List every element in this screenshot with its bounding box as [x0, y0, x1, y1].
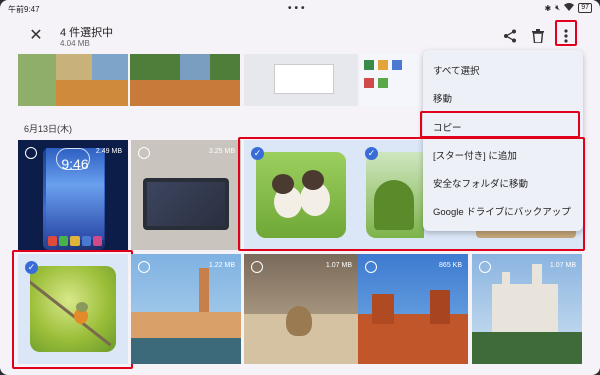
- select-circle[interactable]: [25, 147, 37, 159]
- strip-thumb-3[interactable]: [244, 54, 358, 106]
- file-size: 1.22 MB: [208, 262, 235, 269]
- status-bar: 午前9:47 ••• ✱ 🔇︎ 97: [0, 0, 600, 18]
- tile-highlight: [12, 250, 133, 369]
- app-window: 午前9:47 ••• ✱ 🔇︎ 97 ✕ 4 件選択中 4.04 MB 6月13…: [0, 0, 600, 375]
- select-circle[interactable]: [251, 261, 263, 273]
- file-size: 3.25 MB: [208, 148, 235, 155]
- close-icon[interactable]: ✕: [26, 26, 46, 46]
- mute-icon: 🔇︎: [555, 3, 561, 12]
- select-circle[interactable]: [138, 147, 150, 159]
- menu-item-move[interactable]: 移動: [433, 91, 452, 105]
- share-icon[interactable]: [500, 26, 520, 46]
- photo-tile-9[interactable]: 865 KB: [358, 254, 468, 364]
- file-size: 2.49 MB: [95, 148, 122, 155]
- trash-icon[interactable]: [528, 26, 548, 46]
- selection-size: 4.04 MB: [60, 39, 90, 48]
- multiwindow-dots[interactable]: •••: [288, 3, 308, 14]
- photo-tile-8[interactable]: 1.07 MB: [244, 254, 358, 364]
- status-icons: ✱ 🔇︎ 97: [544, 3, 592, 13]
- photo-tile-10[interactable]: 1.07 MB: [472, 254, 582, 364]
- copy-highlight: [420, 111, 580, 138]
- wifi-icon: [564, 3, 575, 13]
- selection-highlight: [238, 137, 585, 251]
- strip-thumb-4[interactable]: [360, 54, 424, 106]
- strip-thumb-2[interactable]: [130, 54, 240, 106]
- file-size: 1.07 MB: [549, 262, 576, 269]
- file-size: 1.07 MB: [325, 262, 352, 269]
- phone-clock: 9:46: [61, 156, 89, 172]
- photo-tile-2[interactable]: 3.25 MB: [131, 140, 241, 250]
- strip-thumb-1[interactable]: [18, 54, 128, 106]
- date-heading: 6月13日(木): [24, 124, 73, 134]
- select-circle[interactable]: [138, 261, 150, 273]
- bluetooth-icon: ✱: [544, 3, 552, 13]
- menu-item-select-all[interactable]: すべて選択: [433, 63, 479, 77]
- file-size: 865 KB: [439, 262, 462, 269]
- selection-header: ✕ 4 件選択中 4.04 MB: [0, 18, 600, 54]
- more-button-highlight: [555, 20, 577, 46]
- select-circle[interactable]: [365, 261, 377, 273]
- photo-tile-1[interactable]: 9:46 2.49 MB: [18, 140, 128, 250]
- battery-icon: 97: [578, 3, 592, 13]
- photo-tile-7[interactable]: 1.22 MB: [131, 254, 241, 364]
- status-time: 午前9:47: [8, 5, 40, 14]
- select-circle[interactable]: [479, 261, 491, 273]
- selection-count: 4 件選択中: [60, 27, 114, 39]
